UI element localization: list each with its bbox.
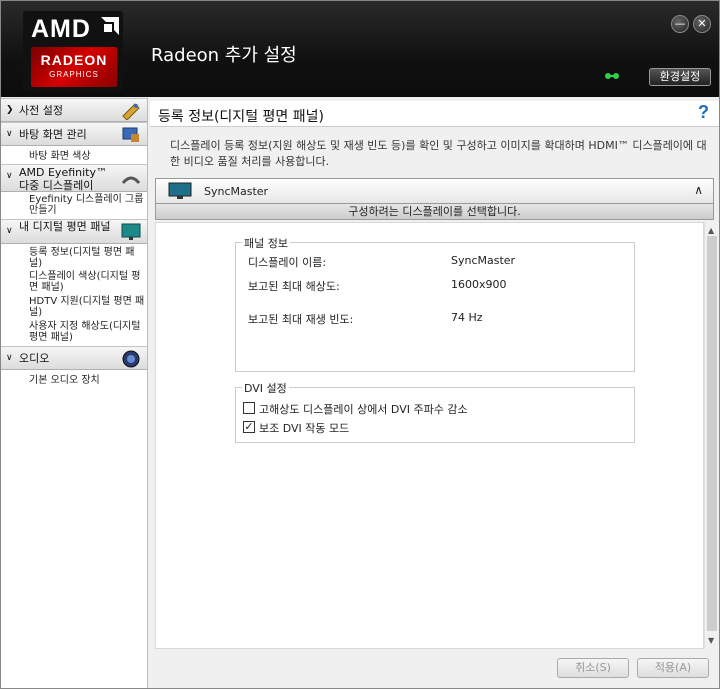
- eyefinity-icon: [121, 176, 141, 184]
- minimize-button[interactable]: —: [671, 15, 689, 33]
- display-select-hint: 구성하려는 디스플레이를 선택합니다.: [155, 204, 714, 220]
- sidebar-item-eyefinity-group[interactable]: Eyefinity 디스플레이 그룹 만들기: [1, 192, 147, 219]
- display-selector[interactable]: SyncMaster ∧: [155, 178, 714, 204]
- desktop-management-icon: [122, 127, 139, 142]
- display-name: SyncMaster: [204, 185, 269, 198]
- help-icon[interactable]: ?: [698, 102, 709, 123]
- app-title: Radeon 추가 설정: [151, 45, 297, 66]
- scroll-up-icon[interactable]: ▲: [708, 226, 714, 235]
- sidebar-item-desktop-color[interactable]: 바탕 화면 색상: [1, 146, 147, 164]
- sidebar-section-audio[interactable]: ∨ 오디오: [1, 346, 147, 370]
- display-name-value: SyncMaster: [451, 254, 516, 267]
- amd-arrow-icon: [101, 17, 119, 35]
- sidebar-section-label: 오디오: [19, 352, 50, 365]
- scroll-down-icon[interactable]: ▼: [708, 636, 714, 645]
- logo-amd-text: AMD: [31, 15, 91, 43]
- panel-info-title: 패널 정보: [242, 235, 290, 251]
- max-resolution-value: 1600x900: [451, 278, 507, 291]
- dvi-frequency-checkbox[interactable]: [243, 402, 255, 414]
- content-area: 패널 정보 디스플레이 이름: SyncMaster 보고된 최대 해상도: 1…: [155, 222, 704, 649]
- header: AMD RADEON GRAPHICS Radeon 추가 설정 — ✕ 환경설…: [1, 1, 719, 97]
- display-name-label: 디스플레이 이름:: [248, 256, 327, 269]
- chevron-up-icon[interactable]: ∧: [694, 183, 703, 197]
- sidebar-item-default-audio[interactable]: 기본 오디오 장치: [1, 370, 147, 388]
- audio-icon: [122, 350, 140, 368]
- sidebar-section-flat-panel[interactable]: ∨ 내 디지털 평면 패널: [1, 219, 147, 244]
- logo-graphics-text: GRAPHICS: [49, 70, 99, 79]
- sidebar-section-label: 내 디지털 평면 패널: [19, 220, 111, 233]
- app-window: AMD RADEON GRAPHICS Radeon 추가 설정 — ✕ 환경설…: [0, 0, 720, 689]
- preferences-button[interactable]: 환경설정: [649, 68, 711, 86]
- chevron-down-icon: ∨: [6, 226, 13, 236]
- apply-button[interactable]: 적용(A): [637, 658, 709, 678]
- sidebar-section-desktop-management[interactable]: ∨ 바탕 화면 관리: [1, 122, 147, 146]
- connection-status-icon: [605, 73, 619, 79]
- page-title-bar: 등록 정보(디지털 평면 패널) ?: [150, 101, 719, 127]
- sidebar: ❯ 사전 설정 ∨ 바탕 화면 관리 바탕 화면 색상 ∨ AMD Eyefin…: [1, 98, 148, 688]
- sidebar-section-label: AMD Eyefinity™ 다중 디스플레이: [19, 166, 107, 192]
- chevron-down-icon: ∨: [6, 129, 13, 139]
- dvi-alt-mode-label: 보조 DVI 작동 모드: [259, 422, 350, 435]
- preset-icon: [122, 103, 140, 120]
- sidebar-item-display-color[interactable]: 디스플레이 색상(디지털 평면 패널): [1, 270, 147, 295]
- vertical-scrollbar[interactable]: ▲ ▼: [704, 222, 718, 649]
- cancel-button[interactable]: 취소(S): [557, 658, 629, 678]
- dvi-frequency-label: 고해상도 디스플레이 상에서 DVI 주파수 감소: [259, 403, 468, 416]
- sidebar-item-hdtv-support[interactable]: HDTV 지원(디지털 평면 패널): [1, 295, 147, 320]
- dvi-alt-mode-checkbox[interactable]: ✓: [243, 421, 255, 433]
- close-button[interactable]: ✕: [693, 15, 711, 33]
- monitor-icon: [168, 182, 192, 199]
- amd-radeon-logo: AMD RADEON GRAPHICS: [23, 11, 123, 91]
- sidebar-item-properties[interactable]: 등록 정보(디지털 평면 패널): [1, 244, 147, 270]
- main-panel: 등록 정보(디지털 평면 패널) ? 디스플레이 등록 정보(지원 해상도 및 …: [150, 98, 719, 688]
- page-title: 등록 정보(디지털 평면 패널): [158, 109, 324, 125]
- dvi-settings-title: DVI 설정: [242, 380, 289, 396]
- max-resolution-label: 보고된 최대 해상도:: [248, 280, 340, 293]
- flat-panel-icon: [121, 223, 141, 240]
- scrollbar-thumb[interactable]: [707, 236, 717, 631]
- page-description: 디스플레이 등록 정보(지원 해상도 및 재생 빈도 등)를 확인 및 구성하고…: [170, 139, 707, 168]
- sidebar-section-label: 바탕 화면 관리: [19, 128, 87, 141]
- sidebar-section-label: 사전 설정: [19, 104, 63, 117]
- sidebar-section-presets[interactable]: ❯ 사전 설정: [1, 98, 147, 122]
- sidebar-section-eyefinity[interactable]: ∨ AMD Eyefinity™ 다중 디스플레이: [1, 164, 147, 192]
- chevron-down-icon: ∨: [6, 171, 13, 181]
- logo-radeon-badge: RADEON GRAPHICS: [31, 47, 117, 87]
- chevron-down-icon: ∨: [6, 353, 13, 363]
- logo-radeon-text: RADEON: [40, 52, 108, 68]
- chevron-right-icon: ❯: [6, 105, 14, 115]
- panel-info-group: 패널 정보 디스플레이 이름: SyncMaster 보고된 최대 해상도: 1…: [235, 235, 635, 372]
- max-refresh-label: 보고된 최대 재생 빈도:: [248, 313, 354, 326]
- dvi-settings-group: DVI 설정 고해상도 디스플레이 상에서 DVI 주파수 감소 ✓ 보조 DV…: [235, 380, 635, 443]
- sidebar-item-custom-resolution[interactable]: 사용자 지정 해상도(디지털 평면 패널): [1, 320, 147, 346]
- max-refresh-value: 74 Hz: [451, 311, 483, 324]
